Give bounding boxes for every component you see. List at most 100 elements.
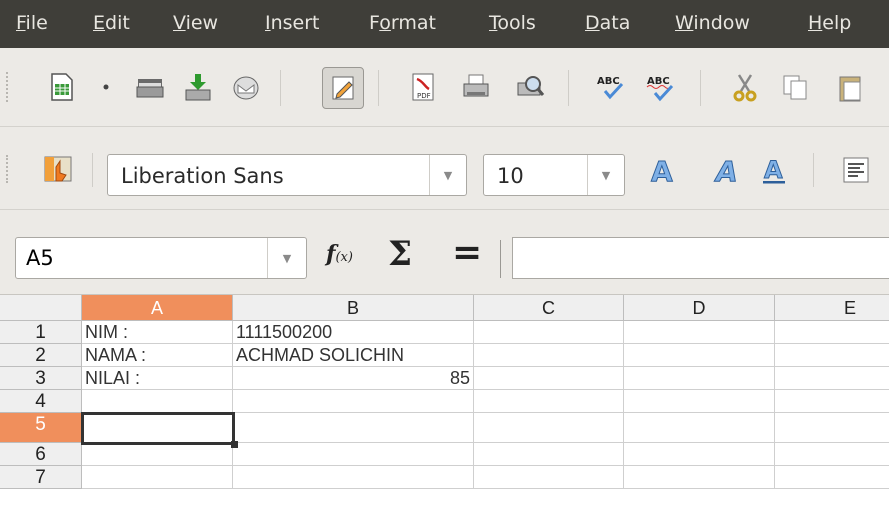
styles-icon[interactable]: [40, 151, 76, 187]
row-header-5[interactable]: 5: [0, 413, 82, 443]
cell-b1[interactable]: 1111500200: [233, 321, 474, 344]
name-box[interactable]: A5 ▼: [15, 237, 307, 279]
font-size-combo[interactable]: 10 ▼: [483, 154, 625, 196]
menu-view[interactable]: View: [173, 12, 218, 34]
column-header-e[interactable]: E: [775, 295, 889, 321]
cell-b2[interactable]: ACHMAD SOLICHIN: [233, 344, 474, 367]
chevron-down-icon[interactable]: ▼: [587, 155, 624, 195]
cell-a4[interactable]: [82, 390, 233, 413]
italic-icon[interactable]: A: [711, 152, 747, 188]
cell-e2[interactable]: [775, 344, 889, 367]
autospellcheck-icon[interactable]: ABC: [643, 69, 679, 105]
cell-e4[interactable]: [775, 390, 889, 413]
menu-tools[interactable]: Tools: [489, 12, 536, 34]
cell-d4[interactable]: [624, 390, 775, 413]
cell-e3[interactable]: [775, 367, 889, 390]
cell-c1[interactable]: [474, 321, 624, 344]
font-name-value: Liberation Sans: [121, 164, 284, 188]
cell-b3[interactable]: 85: [233, 367, 474, 390]
new-document-icon[interactable]: [44, 69, 80, 105]
copy-icon[interactable]: [777, 69, 813, 105]
function-wizard-icon[interactable]: f(x): [326, 241, 353, 267]
cell-c5[interactable]: [474, 413, 624, 443]
cell-e7[interactable]: [775, 466, 889, 489]
formula-input[interactable]: [512, 237, 889, 279]
open-icon[interactable]: [132, 69, 168, 105]
font-name-combo[interactable]: Liberation Sans ▼: [107, 154, 467, 196]
cell-e1[interactable]: [775, 321, 889, 344]
cell-a7[interactable]: [82, 466, 233, 489]
cell-d1[interactable]: [624, 321, 775, 344]
cell-c3[interactable]: [474, 367, 624, 390]
spellcheck-icon[interactable]: ABC: [593, 69, 629, 105]
cell-c7[interactable]: [474, 466, 624, 489]
export-pdf-icon[interactable]: PDF: [405, 69, 441, 105]
column-header-a[interactable]: A: [82, 295, 233, 321]
formula-equals-icon[interactable]: =: [452, 232, 482, 273]
cell-b6[interactable]: [233, 443, 474, 466]
row-header-2[interactable]: 2: [0, 344, 82, 367]
email-icon[interactable]: [228, 69, 264, 105]
chevron-down-icon[interactable]: ▼: [267, 238, 306, 278]
row-header-7[interactable]: 7: [0, 466, 82, 489]
row-header-3[interactable]: 3: [0, 367, 82, 390]
toolbar-grip[interactable]: [6, 72, 12, 102]
menu-help[interactable]: Help: [808, 12, 851, 34]
toolbar-grip[interactable]: [6, 155, 12, 183]
column-header-d[interactable]: D: [624, 295, 775, 321]
cell-d3[interactable]: [624, 367, 775, 390]
paste-icon[interactable]: [832, 69, 868, 105]
menu-format[interactable]: Format: [369, 12, 436, 34]
cell-d5[interactable]: [624, 413, 775, 443]
cell-a3[interactable]: NILAI :: [82, 367, 233, 390]
save-icon[interactable]: [180, 69, 216, 105]
cell-b5[interactable]: [233, 413, 474, 443]
formatting-toolbar: Liberation Sans ▼ 10 ▼ A A A: [0, 127, 889, 210]
edit-mode-icon[interactable]: [322, 67, 364, 109]
cell-e5[interactable]: [775, 413, 889, 443]
row-header-6[interactable]: 6: [0, 443, 82, 466]
print-icon[interactable]: [458, 69, 494, 105]
cell-b4[interactable]: [233, 390, 474, 413]
menu-edit[interactable]: Edit: [93, 12, 130, 34]
toolbar-separator: [378, 70, 379, 106]
standard-toolbar: PDF ABC ABC: [0, 48, 889, 127]
toolbar-separator: [568, 70, 569, 106]
name-box-value: A5: [26, 246, 54, 270]
fill-handle[interactable]: [231, 441, 238, 448]
row-header-1[interactable]: 1: [0, 321, 82, 344]
cell-b7[interactable]: [233, 466, 474, 489]
cell-c6[interactable]: [474, 443, 624, 466]
spreadsheet-grid: A B C D E 1 2 3 4 5 6 7 NIM : 1111500200…: [0, 295, 889, 526]
sum-icon[interactable]: Σ: [388, 234, 412, 274]
menu-data[interactable]: Data: [585, 12, 630, 34]
underline-icon[interactable]: A: [756, 152, 792, 188]
column-header-b[interactable]: B: [233, 295, 474, 321]
svg-text:ABC: ABC: [597, 76, 620, 87]
chevron-down-icon[interactable]: ▼: [429, 155, 466, 195]
menu-file[interactable]: File: [16, 12, 48, 34]
select-all-corner[interactable]: [0, 295, 82, 321]
formula-bar: A5 ▼ f(x) Σ =: [0, 210, 889, 295]
cell-c4[interactable]: [474, 390, 624, 413]
svg-text:A: A: [651, 155, 673, 186]
cell-a1[interactable]: NIM :: [82, 321, 233, 344]
cell-d2[interactable]: [624, 344, 775, 367]
menu-insert[interactable]: Insert: [265, 12, 320, 34]
new-dropdown-arrow-icon[interactable]: [96, 69, 116, 105]
print-preview-icon[interactable]: [512, 69, 548, 105]
bold-icon[interactable]: A: [646, 152, 682, 188]
font-size-value: 10: [497, 164, 524, 188]
row-header-4[interactable]: 4: [0, 390, 82, 413]
cell-a6[interactable]: [82, 443, 233, 466]
cell-a2[interactable]: NAMA :: [82, 344, 233, 367]
cut-icon[interactable]: [727, 69, 763, 105]
cell-e6[interactable]: [775, 443, 889, 466]
toolbar-separator: [813, 153, 814, 187]
cell-c2[interactable]: [474, 344, 624, 367]
cell-d6[interactable]: [624, 443, 775, 466]
align-left-icon[interactable]: [838, 152, 874, 188]
column-header-c[interactable]: C: [474, 295, 624, 321]
cell-d7[interactable]: [624, 466, 775, 489]
menu-window[interactable]: Window: [675, 12, 750, 34]
